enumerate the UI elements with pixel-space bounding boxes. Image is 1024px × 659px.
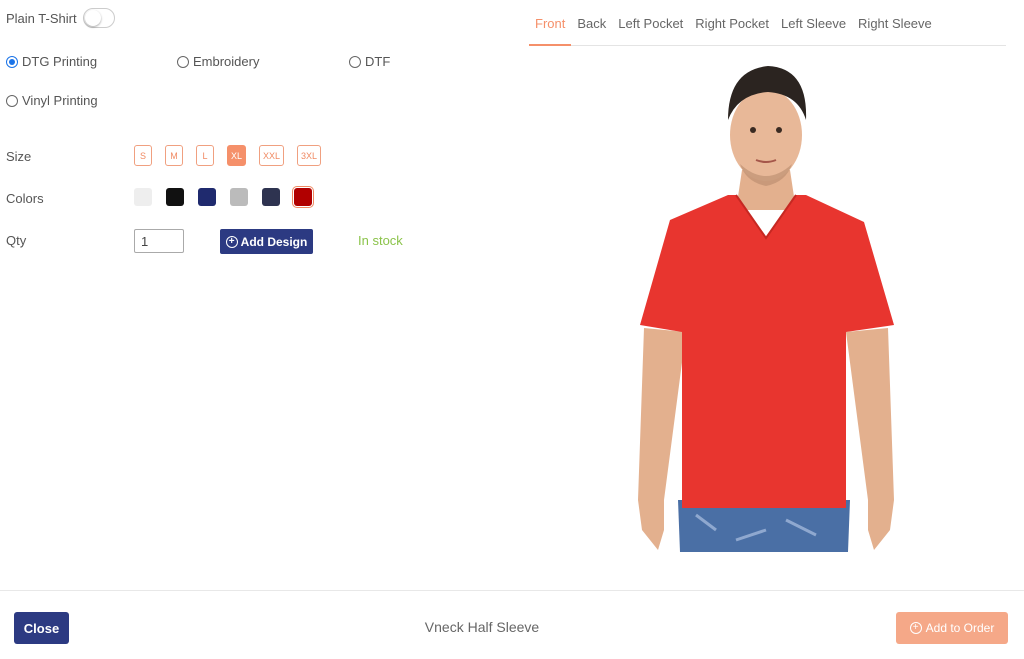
tab-left-sleeve[interactable]: Left Sleeve [775,0,852,46]
size-xxl-button[interactable]: XXL [259,145,285,166]
radio-vinyl-printing[interactable]: Vinyl Printing [6,93,98,108]
view-tabs: Front Back Left Pocket Right Pocket Left… [529,0,1006,46]
product-preview-image [638,66,894,552]
radio-label: Embroidery [193,54,260,69]
radio-label: DTG Printing [22,54,98,69]
radio-embroidery[interactable]: Embroidery [177,54,259,69]
size-options: S M L XL XXL 3XL [134,145,334,166]
radio-label: Vinyl Printing [22,93,98,108]
modal-footer: Close Vneck Half Sleeve + Add to Order [0,590,1024,659]
add-to-order-button[interactable]: + Add to Order [896,612,1008,644]
color-swatch-red[interactable] [294,188,312,206]
toggle-knob [84,10,101,26]
size-3xl-button[interactable]: 3XL [297,145,322,166]
radio-button[interactable] [6,55,18,68]
radio-label: DTF [365,54,391,69]
size-xl-button[interactable]: XL [227,145,247,166]
plus-circle-icon: + [909,622,922,634]
size-m-button[interactable]: M [165,145,183,166]
qty-label: Qty [6,233,27,248]
plain-tshirt-label: Plain T-Shirt [6,10,77,26]
color-swatch-white[interactable] [134,188,152,206]
add-design-label: Add Design [240,234,308,249]
tab-left-pocket[interactable]: Left Pocket [612,0,689,46]
product-name: Vneck Half Sleeve [424,619,540,635]
size-l-button[interactable]: L [196,145,214,166]
tab-front[interactable]: Front [529,0,572,46]
size-s-button[interactable]: S [134,145,152,166]
radio-button[interactable] [6,94,18,107]
color-swatch-grey[interactable] [230,188,248,206]
add-design-button[interactable]: + Add Design [220,229,313,254]
plain-tshirt-toggle[interactable] [82,8,115,28]
plus-circle-icon: + [225,235,238,248]
color-swatch-navy[interactable] [198,188,216,206]
color-swatch-black[interactable] [166,188,184,206]
tab-back[interactable]: Back [571,0,612,46]
add-to-order-label: Add to Order [925,621,995,635]
tab-right-sleeve[interactable]: Right Sleeve [852,0,938,46]
qty-input[interactable] [134,229,184,253]
radio-dtg-printing[interactable]: DTG Printing [6,54,97,69]
radio-dtf[interactable]: DTF [349,54,390,69]
colors-label: Colors [6,191,44,206]
stock-status: In stock [358,233,403,248]
tab-right-pocket[interactable]: Right Pocket [689,0,775,46]
radio-button[interactable] [349,55,361,68]
size-label: Size [6,149,32,164]
radio-button[interactable] [177,55,189,68]
color-options [134,188,326,206]
plain-tshirt-row: Plain T-Shirt [6,8,115,28]
color-swatch-charcoal[interactable] [262,188,280,206]
